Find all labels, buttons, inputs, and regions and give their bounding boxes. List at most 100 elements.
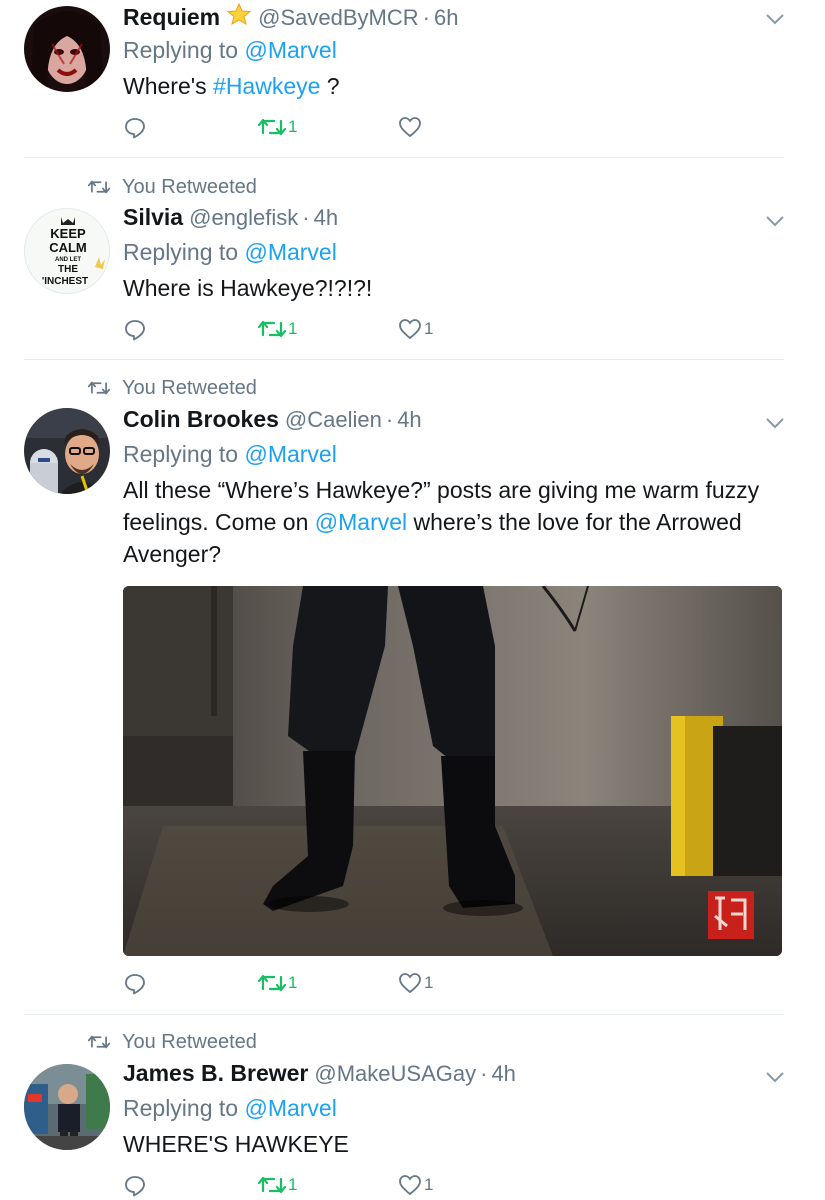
display-name[interactable]: James B. Brewer — [123, 1060, 308, 1087]
timestamp[interactable]: 4h — [491, 1061, 515, 1087]
tweet-actions: 1 1 — [123, 972, 543, 1000]
retweet-button[interactable]: 1 — [258, 116, 297, 138]
replying-to: Replying to @Marvel — [123, 239, 337, 266]
text-segment: ? — [320, 73, 340, 99]
like-button[interactable] — [398, 116, 424, 138]
retweeted-indicator: You Retweeted — [88, 1027, 257, 1057]
reply-icon — [125, 1176, 145, 1197]
display-name[interactable]: Colin Brookes — [123, 406, 279, 433]
hashtag-link[interactable]: #Hawkeye — [213, 73, 320, 99]
retweeted-label: You Retweeted — [122, 175, 257, 198]
retweeted-label: You Retweeted — [122, 376, 257, 399]
heart-icon — [399, 117, 421, 138]
mention-link[interactable]: @Marvel — [244, 441, 336, 467]
timeline: Requiem @SavedByMCR · 6h Replying to @Ma… — [0, 0, 825, 1200]
svg-text:KEEP: KEEP — [50, 226, 86, 241]
replying-prefix: Replying to — [123, 441, 239, 467]
tweet-header: Requiem @SavedByMCR · 6h — [123, 2, 458, 33]
timestamp[interactable]: 4h — [314, 205, 338, 231]
like-count: 1 — [424, 319, 434, 338]
handle[interactable]: @Caelien — [285, 407, 382, 433]
separator-dot: · — [422, 5, 430, 30]
star-icon — [226, 2, 252, 26]
handle[interactable]: @englefisk — [189, 205, 298, 231]
timestamp[interactable]: 4h — [397, 407, 421, 433]
retweet-icon — [258, 1176, 286, 1194]
retweet-icon — [258, 974, 286, 992]
like-button[interactable]: 1 — [398, 972, 433, 994]
tweet-text: Where is Hawkeye?!?!?! — [123, 275, 373, 301]
reply-button[interactable] — [123, 972, 147, 996]
display-name[interactable]: Silvia — [123, 204, 183, 231]
timestamp[interactable]: 6h — [434, 5, 458, 31]
avatar[interactable] — [24, 408, 110, 494]
retweet-icon — [258, 320, 286, 338]
retweet-count: 1 — [288, 1175, 298, 1194]
tweet-actions: 1 1 — [123, 1174, 543, 1200]
tweet-header: Colin Brookes @Caelien · 4h — [123, 406, 422, 436]
retweet-icon — [88, 381, 110, 395]
retweet-count: 1 — [288, 319, 298, 338]
chevron-down-icon[interactable] — [765, 214, 785, 228]
retweet-button[interactable]: 1 — [258, 318, 297, 340]
svg-text:'INCHEST: 'INCHEST — [42, 276, 88, 287]
tweet-text: All these “Where’s Hawkeye?” posts are g… — [123, 474, 773, 570]
reply-button[interactable] — [123, 318, 147, 342]
retweet-icon — [258, 118, 286, 136]
handle[interactable]: @MakeUSAGay — [314, 1061, 476, 1087]
tweet[interactable]: You Retweeted James B. Brewer @MakeUSAGa… — [0, 1014, 825, 1200]
reply-icon — [125, 974, 145, 995]
retweeted-indicator: You Retweeted — [88, 373, 257, 403]
separator-dot: · — [480, 1061, 488, 1086]
tweet-header: James B. Brewer @MakeUSAGay · 4h — [123, 1060, 516, 1090]
like-count: 1 — [424, 1175, 434, 1194]
reply-button[interactable] — [123, 1174, 147, 1198]
svg-text:CALM: CALM — [49, 240, 87, 255]
tweet-photo[interactable] — [123, 586, 782, 956]
like-button[interactable]: 1 — [398, 1174, 433, 1196]
tweet-header: Silvia @englefisk · 4h — [123, 204, 338, 234]
mention-link[interactable]: @Marvel — [244, 239, 336, 265]
chevron-down-icon[interactable] — [765, 416, 785, 430]
tweet-text: WHERE'S HAWKEYE — [123, 1131, 349, 1157]
mention-link[interactable]: @Marvel — [244, 37, 336, 63]
like-count: 1 — [424, 973, 434, 992]
like-button[interactable]: 1 — [398, 318, 433, 340]
retweet-button[interactable]: 1 — [258, 1174, 297, 1196]
handle[interactable]: @SavedByMCR — [258, 5, 419, 31]
separator-dot: · — [302, 205, 310, 230]
replying-to: Replying to @Marvel — [123, 37, 337, 64]
retweeted-indicator: You Retweeted — [88, 172, 257, 202]
tweet-text: Where's #Hawkeye ? — [123, 70, 773, 102]
tweet[interactable]: You Retweeted KEEP CALM AND LET THE 'INC… — [0, 158, 825, 360]
reply-button[interactable] — [123, 116, 147, 140]
retweet-count: 1 — [288, 117, 298, 136]
replying-prefix: Replying to — [123, 37, 239, 63]
retweeted-label: You Retweeted — [122, 1030, 257, 1053]
display-name[interactable]: Requiem — [123, 4, 220, 31]
retweet-icon — [88, 1035, 110, 1049]
heart-icon — [399, 1175, 421, 1196]
reply-icon — [125, 320, 145, 341]
replying-prefix: Replying to — [123, 1095, 239, 1121]
avatar[interactable] — [24, 6, 110, 92]
chevron-down-icon[interactable] — [765, 12, 785, 26]
retweet-icon — [88, 180, 110, 194]
reply-icon — [125, 118, 145, 139]
heart-icon — [399, 319, 421, 340]
tweet-actions: 1 — [123, 116, 543, 144]
mention-link[interactable]: @Marvel — [315, 509, 407, 535]
chevron-down-icon[interactable] — [765, 1070, 785, 1084]
tweet[interactable]: Requiem @SavedByMCR · 6h Replying to @Ma… — [0, 0, 825, 158]
retweet-button[interactable]: 1 — [258, 972, 297, 994]
replying-prefix: Replying to — [123, 239, 239, 265]
separator-dot: · — [385, 407, 394, 432]
avatar[interactable]: KEEP CALM AND LET THE 'INCHEST — [24, 208, 110, 294]
avatar[interactable] — [24, 1064, 110, 1150]
mention-link[interactable]: @Marvel — [244, 1095, 336, 1121]
text-segment: Where's — [123, 73, 214, 99]
replying-to: Replying to @Marvel — [123, 441, 337, 468]
svg-text:THE: THE — [58, 264, 78, 275]
photo-boots-figure — [123, 586, 782, 956]
svg-text:AND LET: AND LET — [55, 257, 81, 263]
